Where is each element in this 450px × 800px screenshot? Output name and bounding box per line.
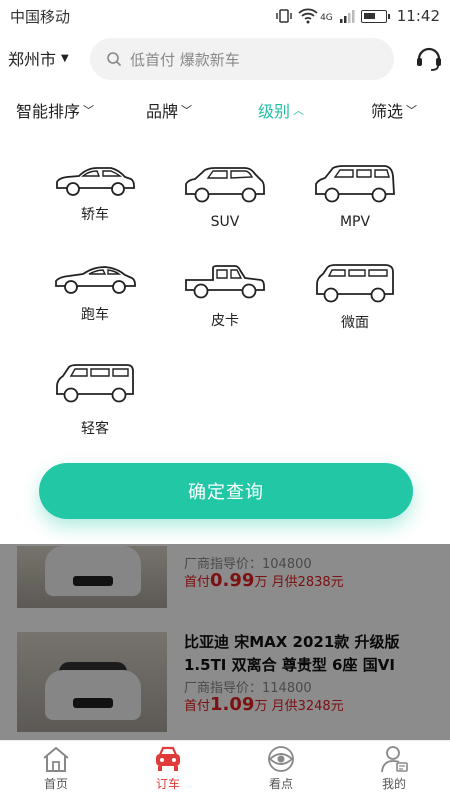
vibrate-icon: [276, 9, 292, 23]
dim-overlay[interactable]: [0, 544, 450, 740]
bottom-nav: 首页 订车 看点 我的: [0, 740, 450, 800]
nav-label: 订车: [155, 777, 180, 791]
network-type: 4G: [320, 13, 333, 23]
car-icon: [156, 746, 180, 771]
clock: 11:42: [396, 7, 440, 25]
category-label: 皮卡: [211, 313, 239, 329]
nav-label: 首页: [43, 777, 68, 791]
customer-service-icon[interactable]: [414, 43, 444, 73]
search-header: 郑州市 ▼ 低首付 爆款新车: [0, 32, 450, 84]
category-minivan[interactable]: 微面: [300, 262, 410, 332]
minivan-icon: [316, 264, 394, 303]
category-label: 轿车: [81, 207, 109, 223]
user-icon: [381, 746, 408, 773]
suv-icon: [185, 167, 265, 203]
filter-bar: 智能排序 ﹀ 品牌 ﹀ 级别 ︿ 筛选 ﹀: [0, 96, 450, 126]
category-mpv[interactable]: MPV: [300, 162, 410, 230]
search-input[interactable]: 低首付 爆款新车: [90, 38, 394, 80]
city-selector[interactable]: 郑州市 ▼: [8, 46, 69, 70]
filter-tab-label: 筛选: [371, 102, 404, 121]
wifi-icon: [298, 8, 318, 24]
light-bus-icon: [56, 364, 134, 403]
category-suv[interactable]: SUV: [170, 162, 280, 230]
filter-tab-label: 品牌: [146, 102, 179, 121]
nav-order-car[interactable]: 订车: [138, 745, 198, 792]
filter-tab-sort[interactable]: 智能排序 ﹀: [16, 98, 94, 122]
status-icons: 4G 11:42: [276, 7, 440, 25]
signal-icon: [339, 10, 355, 23]
city-label: 郑州市: [8, 50, 57, 69]
category-label: SUV: [210, 214, 240, 230]
nav-label: 我的: [381, 777, 406, 791]
chevron-down-icon: ﹀: [406, 104, 418, 117]
search-placeholder: 低首付 爆款新车: [130, 50, 240, 69]
sports-car-icon: [55, 266, 136, 294]
sedan-icon: [56, 167, 135, 196]
battery-icon: [360, 9, 390, 23]
category-label: MPV: [339, 214, 371, 230]
category-sedan[interactable]: 轿车: [40, 160, 150, 224]
confirm-query-button[interactable]: 确定查询: [39, 463, 413, 519]
page: 中国移动 4G 11:42 郑州市 ▼ 低首付 爆款新车 智能排序 ﹀ 品牌 ﹀…: [0, 0, 450, 800]
chevron-down-icon: ﹀: [83, 104, 95, 117]
chevron-down-icon: ﹀: [181, 104, 193, 117]
filter-tab-brand[interactable]: 品牌 ﹀: [146, 98, 192, 122]
category-label: 跑车: [81, 307, 109, 323]
status-bar: 中国移动 4G 11:42: [0, 0, 450, 32]
filter-tab-filter[interactable]: 筛选 ﹀: [371, 98, 417, 122]
nav-mine[interactable]: 我的: [364, 745, 424, 792]
eye-icon: [268, 746, 294, 772]
pickup-icon: [185, 265, 265, 299]
nav-home[interactable]: 首页: [26, 745, 86, 792]
category-label: 轻客: [81, 421, 109, 437]
mpv-icon: [315, 165, 395, 203]
nav-label: 看点: [268, 777, 293, 791]
category-pickup[interactable]: 皮卡: [170, 262, 280, 330]
filter-tab-level[interactable]: 级别 ︿: [258, 98, 304, 122]
category-sports[interactable]: 跑车: [40, 262, 150, 324]
chevron-up-icon: ︿: [293, 104, 305, 117]
home-icon: [43, 746, 69, 772]
search-icon: [107, 52, 122, 67]
category-light-bus[interactable]: 轻客: [40, 362, 150, 438]
caret-down-icon: ▼: [61, 52, 69, 64]
carrier-label: 中国移动: [10, 7, 71, 26]
filter-tab-label: 级别: [258, 102, 291, 121]
nav-highlights[interactable]: 看点: [251, 745, 311, 792]
filter-tab-label: 智能排序: [16, 102, 81, 121]
category-label: 微面: [341, 315, 369, 331]
